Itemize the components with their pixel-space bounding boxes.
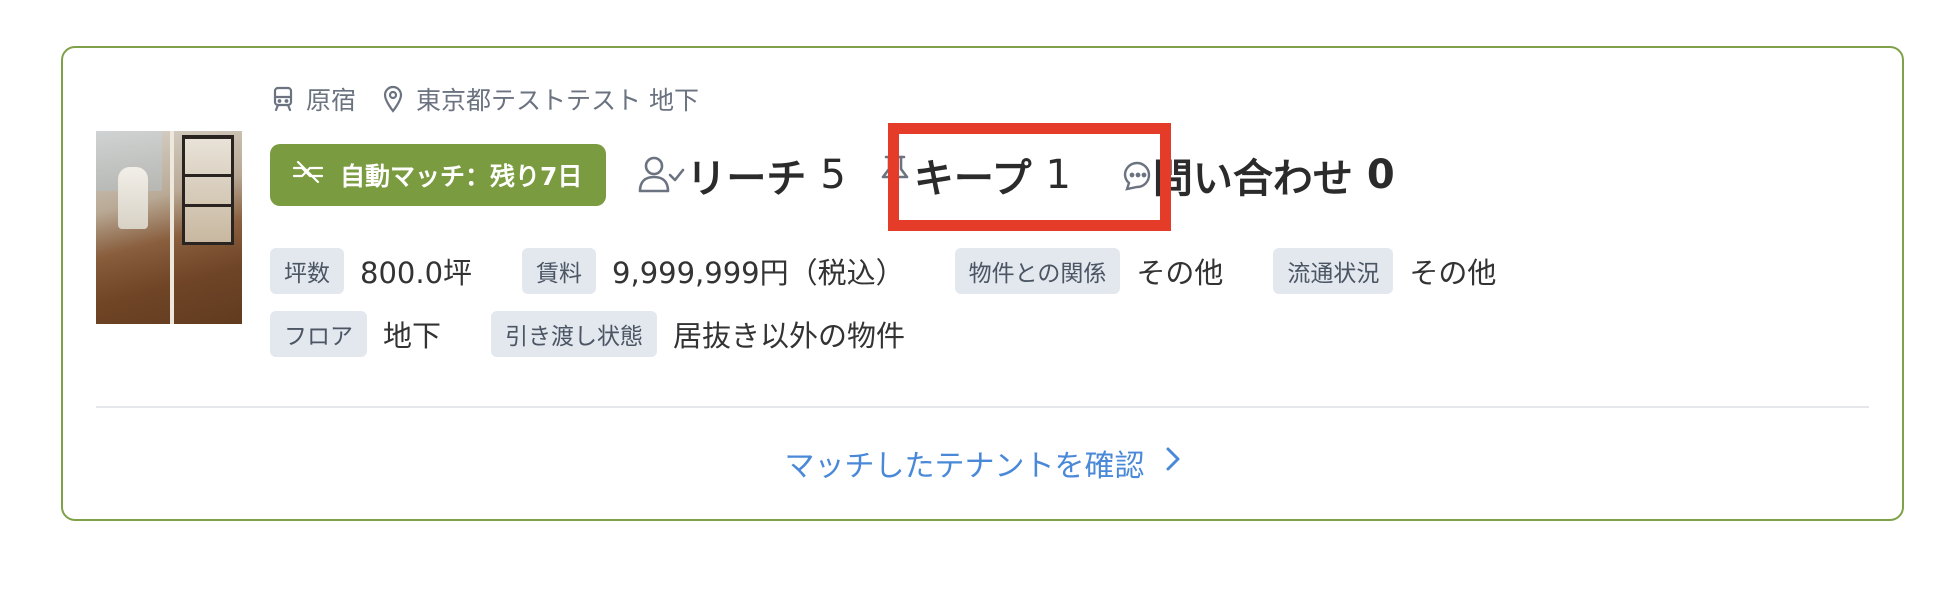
- tag-relation: 物件との関係: [954, 248, 1121, 294]
- stats-row: 自動マッチ：残り7日 リーチ 5 キープ 1 問い合わせ 0: [270, 144, 1395, 206]
- value-relation: その他: [1136, 256, 1224, 290]
- keep-value: 1: [1045, 152, 1071, 198]
- tag-rent: 賃料: [522, 248, 597, 294]
- value-rent: 9,999,999円（税込）: [612, 256, 905, 290]
- property-thumbnail[interactable]: [96, 131, 242, 324]
- address: 東京都テストテスト 地下: [416, 86, 699, 115]
- train-icon: [270, 85, 296, 113]
- reach-value: 5: [820, 152, 846, 198]
- thumbnail-shelf: [182, 135, 234, 245]
- match-off-icon: [292, 160, 324, 190]
- card-divider: [96, 406, 1869, 408]
- chat-icon: [1119, 155, 1153, 195]
- station-name: 原宿: [306, 86, 357, 115]
- inquiry-value: 0: [1366, 152, 1395, 198]
- reach-stat[interactable]: リーチ 5: [636, 146, 846, 204]
- value-area: 800.0坪: [360, 256, 473, 290]
- property-row-2: フロア 地下 引き渡し状態 居抜き以外の物件: [270, 311, 955, 357]
- auto-match-label: 自動マッチ：残り7日: [340, 162, 583, 191]
- map-pin-icon: [380, 85, 406, 113]
- value-handover: 居抜き以外の物件: [673, 319, 906, 353]
- tag-floor: フロア: [270, 311, 367, 357]
- value-distribution: その他: [1409, 256, 1497, 290]
- value-floor: 地下: [383, 319, 442, 353]
- property-card: 原宿 東京都テストテスト 地下 自動マッチ：残り7日 リーチ 5 キープ 1 問…: [61, 46, 1904, 521]
- cta-label: マッチしたテナントを確認: [784, 449, 1145, 484]
- property-row-1: 坪数 800.0坪 賃料 9,999,999円（税込） 物件との関係 その他 流…: [270, 248, 1546, 294]
- tag-handover: 引き渡し状態: [491, 311, 658, 357]
- keep-stat[interactable]: キープ 1: [876, 146, 1071, 204]
- tag-distribution: 流通状況: [1273, 248, 1394, 294]
- view-matched-tenants-link[interactable]: マッチしたテナントを確認: [63, 443, 1902, 484]
- thumbnail-figure: [118, 167, 148, 229]
- reach-label: リーチ: [686, 156, 807, 202]
- auto-match-badge: 自動マッチ：残り7日: [270, 144, 607, 206]
- keep-label: キープ: [913, 156, 1032, 202]
- user-check-icon: [636, 153, 686, 197]
- inquiry-label: 問い合わせ: [1152, 156, 1353, 202]
- chevron-right-icon: [1165, 445, 1181, 481]
- thumbnail-divider: [170, 131, 174, 324]
- pin-icon: [876, 153, 914, 197]
- location-row: 原宿 東京都テストテスト 地下: [270, 84, 713, 115]
- inquiry-stat[interactable]: 問い合わせ 0: [1119, 146, 1395, 204]
- tag-area: 坪数: [270, 248, 344, 294]
